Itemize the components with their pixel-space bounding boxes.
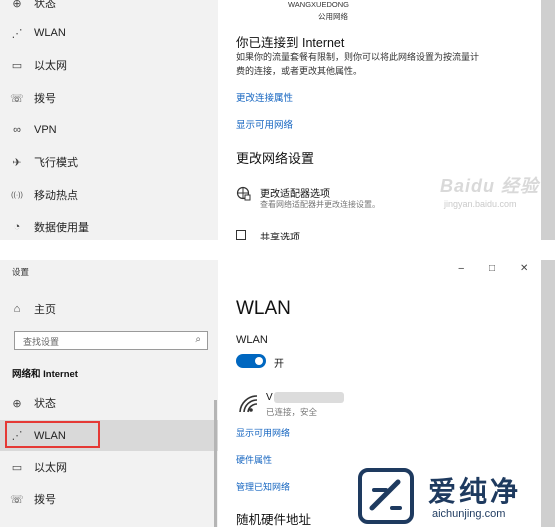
ethernet-icon: ▭: [11, 59, 23, 72]
change-connection-properties-link[interactable]: 更改连接属性: [236, 90, 293, 104]
data-usage-icon: ◔: [13, 221, 21, 233]
minimize-button[interactable]: −: [458, 263, 464, 275]
baidu-watermark-text: Baidu 经验: [440, 176, 540, 196]
bottom-nav-status-label: 状态: [34, 398, 56, 410]
adapter-options-title[interactable]: 更改适配器选项: [260, 185, 330, 200]
airplane-icon: ✈: [12, 156, 22, 169]
top-nav-hotspot[interactable]: ((·)) 移动热点: [0, 180, 218, 210]
search-placeholder: 查找设置: [23, 337, 60, 347]
share-options-icon: [236, 230, 246, 240]
top-network-type: 公用网络: [318, 12, 348, 21]
top-nav-ethernet[interactable]: ▭ 以太网: [0, 50, 218, 80]
hotspot-icon: ((·)): [11, 191, 23, 199]
show-available-networks-link[interactable]: 显示可用网络: [236, 117, 293, 131]
close-button[interactable]: ✕: [520, 263, 528, 274]
top-nav-status[interactable]: ⊕ 状态: [0, 0, 218, 18]
connected-desc-line2: 费的连接，或者更改其他属性。: [236, 66, 363, 76]
home-nav-item[interactable]: ⌂ 主页: [0, 294, 218, 324]
hardware-properties-link[interactable]: 硬件属性: [236, 453, 272, 466]
status-icon: ⊕: [12, 0, 22, 10]
sidebar-scrollbar[interactable]: [214, 400, 217, 527]
connected-title: 你已连接到 Internet: [236, 36, 345, 50]
top-network-name: WANGXUEDONG: [288, 0, 349, 9]
network-name-blur: [274, 392, 344, 403]
adapter-options-icon: [236, 186, 251, 206]
ethernet-icon: ▭: [11, 461, 23, 474]
search-icon: ⌕: [195, 334, 201, 345]
wlan-toggle[interactable]: [236, 354, 266, 368]
aichunjing-brand-name: 爱纯净: [428, 476, 522, 507]
bottom-nav-dialup-label: 拨号: [34, 494, 56, 506]
window-title: 设置: [12, 267, 30, 277]
manage-known-networks-link[interactable]: 管理已知网络: [236, 480, 290, 493]
connected-network-status: 已连接，安全: [266, 407, 318, 417]
random-hardware-address-heading: 随机硬件地址: [236, 513, 312, 527]
wifi-icon: ⋰: [11, 27, 23, 40]
aichunjing-logo: 爱纯净 aichunjing.com: [358, 468, 548, 526]
top-nav-airplane[interactable]: ✈ 飞行模式: [0, 147, 218, 177]
top-right-edge: [541, 0, 555, 240]
aichunjing-brand-url: aichunjing.com: [432, 508, 506, 520]
connected-desc-line1: 如果你的流量套餐有限制，则你可以将此网络设置为按流量计: [236, 52, 480, 62]
top-nav-data-usage-label: 数据使用量: [34, 222, 89, 234]
share-options-title[interactable]: 共享选项: [260, 229, 300, 240]
screenshot-separator: [0, 240, 555, 260]
bottom-nav-ethernet-label: 以太网: [34, 462, 67, 474]
top-nav-dialup-label: 拨号: [34, 93, 56, 105]
baidu-watermark-url: jingyan.baidu.com: [444, 199, 517, 209]
bottom-nav-status[interactable]: ⊕ 状态: [0, 388, 218, 418]
top-nav-status-label: 状态: [34, 0, 56, 10]
wifi-signal-icon: [238, 394, 260, 419]
wlan-toggle-knob: [255, 357, 263, 365]
wlan-toggle-state: 开: [274, 359, 284, 370]
baidu-watermark: Baidu 经验: [440, 172, 539, 198]
top-nav-wlan[interactable]: ⋰ WLAN: [0, 18, 218, 48]
top-settings-screenshot: ⊕ 状态 ⋰ WLAN ▭ 以太网 ☏ 拨号 ∞ VPN ✈ 飞行模式 ((·)…: [0, 0, 555, 240]
dialup-icon: ☏: [10, 493, 24, 506]
page-title: WLAN: [236, 298, 291, 319]
maximize-button[interactable]: □: [489, 263, 495, 274]
category-heading: 网络和 Internet: [12, 369, 78, 380]
dialup-icon: ☏: [10, 92, 24, 105]
status-icon: ⊕: [12, 397, 22, 410]
change-network-settings-heading: 更改网络设置: [236, 151, 315, 166]
wlan-highlight-box: [5, 421, 100, 448]
search-box[interactable]: 查找设置 ⌕: [14, 331, 208, 350]
bottom-nav-dialup[interactable]: ☏ 拨号: [0, 484, 218, 514]
top-nav-vpn-label: VPN: [34, 124, 57, 136]
adapter-options-desc: 查看网络适配器并更改连接设置。: [260, 200, 380, 209]
top-nav-dialup[interactable]: ☏ 拨号: [0, 83, 218, 113]
top-nav-data-usage[interactable]: ◔ 数据使用量: [0, 212, 218, 240]
home-icon: ⌂: [13, 303, 21, 315]
bottom-show-available-networks-link[interactable]: 显示可用网络: [236, 426, 290, 439]
connected-network-name: V: [266, 392, 273, 403]
bottom-nav-ethernet[interactable]: ▭ 以太网: [0, 452, 218, 482]
home-label: 主页: [34, 304, 56, 316]
aichunjing-logo-mark: [358, 468, 414, 524]
top-nav-vpn[interactable]: ∞ VPN: [0, 115, 218, 145]
vpn-icon: ∞: [13, 124, 21, 136]
top-nav-wlan-label: WLAN: [34, 27, 66, 39]
wlan-toggle-label: WLAN: [236, 334, 268, 346]
top-nav-airplane-label: 飞行模式: [34, 157, 78, 169]
top-nav-ethernet-label: 以太网: [34, 60, 67, 72]
top-nav-hotspot-label: 移动热点: [34, 190, 78, 202]
